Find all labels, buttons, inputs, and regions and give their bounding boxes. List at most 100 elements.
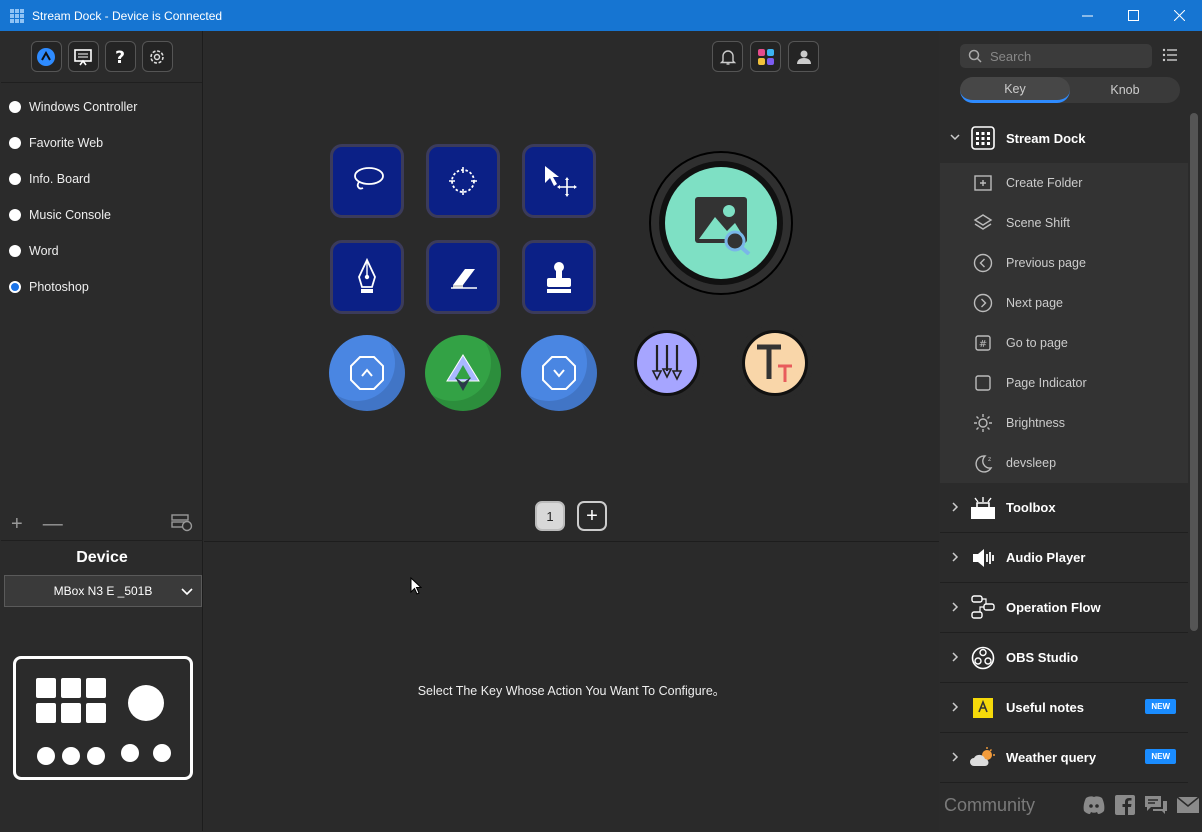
device-title: Device xyxy=(76,549,128,566)
settings-button[interactable] xyxy=(141,41,173,72)
category-list: Stream Dock Create Folder Scene Shift Pr… xyxy=(940,113,1188,783)
key-stamp[interactable] xyxy=(522,240,596,314)
profile-manage-icon xyxy=(171,514,193,532)
radio-button[interactable] xyxy=(9,245,21,257)
profile-label: Photoshop xyxy=(29,280,89,294)
search-box[interactable] xyxy=(960,44,1152,68)
profile-item[interactable]: Photoshop xyxy=(1,269,202,305)
add-page-button[interactable]: + xyxy=(577,501,607,531)
key-lasso[interactable] xyxy=(330,144,404,218)
profile-item[interactable]: Info. Board xyxy=(1,161,202,197)
action-label: Brightness xyxy=(1006,416,1066,430)
key-brush-adjust[interactable] xyxy=(629,325,705,401)
brush-adjust-badge xyxy=(637,333,697,393)
remove-profile-button[interactable]: — xyxy=(43,513,63,536)
profile-item[interactable]: Music Console xyxy=(1,197,202,233)
scrollbar[interactable] xyxy=(1190,113,1198,631)
action-item[interactable]: Brightness xyxy=(940,403,1188,443)
chat-icon[interactable] xyxy=(1144,794,1168,816)
maximize-button[interactable] xyxy=(1110,0,1156,31)
knob-press-icon xyxy=(446,354,480,391)
radio-button-selected[interactable] xyxy=(9,281,21,293)
key-pen[interactable] xyxy=(330,240,404,314)
plugins-button[interactable] xyxy=(750,41,781,72)
close-button[interactable] xyxy=(1156,0,1202,31)
action-item[interactable]: Page Indicator xyxy=(940,363,1188,403)
lasso-icon xyxy=(354,167,384,190)
chevron-down-icon xyxy=(940,131,970,145)
radio-button[interactable] xyxy=(9,173,21,185)
page-1-button[interactable]: 1 xyxy=(535,501,565,531)
action-label: Next page xyxy=(1006,296,1063,310)
new-badge: NEW xyxy=(1145,699,1176,714)
toolbox-icon xyxy=(970,495,996,521)
profile-label: Word xyxy=(29,244,59,258)
store-icon xyxy=(37,47,55,66)
category-obs-studio[interactable]: OBS Studio xyxy=(940,633,1188,683)
category-useful-notes[interactable]: Useful notes NEW xyxy=(940,683,1188,733)
speaker-icon xyxy=(970,545,996,571)
weather-icon xyxy=(970,745,996,771)
tab-key[interactable]: Key xyxy=(960,77,1070,103)
radio-button[interactable] xyxy=(9,209,21,221)
profile-item[interactable]: Windows Controller xyxy=(1,89,202,125)
category-toolbox[interactable]: Toolbox xyxy=(940,483,1188,533)
window-title: Stream Dock - Device is Connected xyxy=(32,8,223,23)
action-label: devsleep xyxy=(1006,456,1057,470)
profile-tools: + — xyxy=(1,509,203,541)
category-label: Stream Dock xyxy=(1006,130,1086,146)
device-select[interactable]: MBox N3 E _501B xyxy=(4,575,202,607)
account-button[interactable] xyxy=(788,41,819,72)
key-move[interactable] xyxy=(522,144,596,218)
radio-button[interactable] xyxy=(9,137,21,149)
chevron-down-icon xyxy=(181,588,193,596)
profile-manage-button[interactable] xyxy=(171,512,193,537)
action-item[interactable]: Create Folder xyxy=(940,163,1188,203)
action-item[interactable]: z devsleep xyxy=(940,443,1188,483)
key-lasso-select[interactable] xyxy=(426,144,500,218)
stamp-icon xyxy=(547,262,571,293)
svg-text:?: ? xyxy=(115,48,125,67)
email-icon[interactable] xyxy=(1176,794,1200,816)
tab-knob[interactable]: Knob xyxy=(1070,77,1180,103)
store-button[interactable] xyxy=(30,41,62,72)
key-image-search[interactable] xyxy=(651,153,791,293)
category-stream-dock[interactable]: Stream Dock xyxy=(940,113,1188,163)
add-profile-button[interactable]: + xyxy=(11,513,23,536)
notification-button[interactable] xyxy=(712,41,743,72)
category-operation-flow[interactable]: Operation Flow xyxy=(940,583,1188,633)
key-text-tool[interactable] xyxy=(737,325,813,401)
radio-button[interactable] xyxy=(9,101,21,113)
presentation-icon xyxy=(74,48,92,65)
help-button[interactable]: ? xyxy=(104,41,136,72)
community-label: Community xyxy=(944,795,1036,815)
search-input[interactable] xyxy=(990,48,1140,64)
device-select-value: MBox N3 E _501B xyxy=(53,584,153,598)
key-knob-up[interactable] xyxy=(329,335,405,411)
category-label: OBS Studio xyxy=(1006,650,1079,665)
action-item[interactable]: Scene Shift xyxy=(940,203,1188,243)
key-knob-down[interactable] xyxy=(521,335,597,411)
action-label: Previous page xyxy=(1006,256,1086,270)
discord-icon[interactable] xyxy=(1082,794,1106,816)
key-eraser[interactable] xyxy=(426,240,500,314)
presentation-button[interactable] xyxy=(67,41,99,72)
knob-up-icon xyxy=(350,356,384,390)
list-view-icon[interactable] xyxy=(1162,48,1178,62)
action-item[interactable]: Next page xyxy=(940,283,1188,323)
profile-item[interactable]: Favorite Web xyxy=(1,125,202,161)
category-weather-query[interactable]: Weather query NEW xyxy=(940,733,1188,783)
page-indicator-icon xyxy=(972,372,994,394)
chevron-right-icon xyxy=(940,701,970,715)
category-audio-player[interactable]: Audio Player xyxy=(940,533,1188,583)
minimize-button[interactable] xyxy=(1064,0,1110,31)
category-label: Useful notes xyxy=(1006,700,1085,715)
action-item[interactable]: Previous page xyxy=(940,243,1188,283)
facebook-icon[interactable] xyxy=(1114,794,1136,816)
action-label: Scene Shift xyxy=(1006,216,1070,230)
pen-tool-icon xyxy=(358,257,376,293)
action-item[interactable]: # Go to page xyxy=(940,323,1188,363)
profile-item[interactable]: Word xyxy=(1,233,202,269)
help-icon: ? xyxy=(115,48,125,67)
key-knob-press[interactable] xyxy=(425,335,501,411)
